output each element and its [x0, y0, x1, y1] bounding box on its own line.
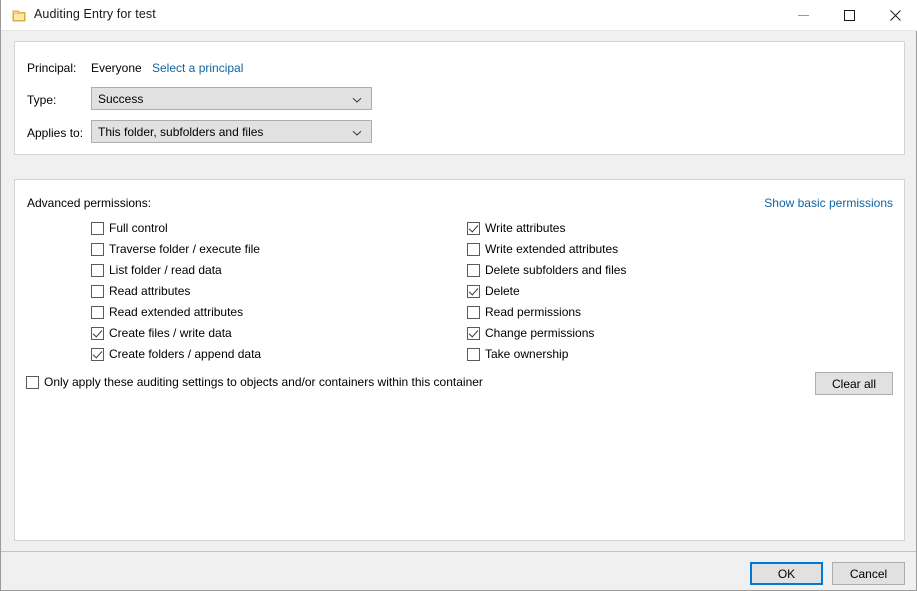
permission-label: Delete subfolders and files	[485, 264, 626, 277]
permission-row[interactable]: Traverse folder / execute file	[91, 239, 471, 260]
permission-row[interactable]: Read permissions	[467, 302, 867, 323]
permission-checkbox[interactable]	[467, 285, 480, 298]
permissions-column-left: Full control Traverse folder / execute fi…	[91, 218, 471, 365]
permission-checkbox[interactable]	[91, 222, 104, 235]
permission-checkbox[interactable]	[467, 264, 480, 277]
permission-label: Traverse folder / execute file	[109, 243, 260, 256]
maximize-button[interactable]	[826, 0, 872, 31]
type-dropdown-value: Success	[92, 92, 143, 106]
permission-row[interactable]: Create folders / append data	[91, 344, 471, 365]
permission-row[interactable]: Delete	[467, 281, 867, 302]
permission-row[interactable]: Read extended attributes	[91, 302, 471, 323]
permission-checkbox[interactable]	[91, 285, 104, 298]
permission-row[interactable]: Write attributes	[467, 218, 867, 239]
permission-row[interactable]: Full control	[91, 218, 471, 239]
permission-row[interactable]: Write extended attributes	[467, 239, 867, 260]
permission-label: Read extended attributes	[109, 306, 243, 319]
permission-checkbox[interactable]	[467, 348, 480, 361]
permission-row[interactable]: Delete subfolders and files	[467, 260, 867, 281]
only-apply-label: Only apply these auditing settings to ob…	[44, 376, 483, 389]
permission-checkbox[interactable]	[467, 222, 480, 235]
minimize-button[interactable]	[780, 0, 826, 31]
permission-checkbox[interactable]	[91, 327, 104, 340]
permission-row[interactable]: List folder / read data	[91, 260, 471, 281]
type-dropdown[interactable]: Success	[91, 87, 372, 110]
cancel-button[interactable]: Cancel	[832, 562, 905, 585]
permission-label: Take ownership	[485, 348, 568, 361]
clear-all-button[interactable]: Clear all	[815, 372, 893, 395]
close-button[interactable]	[872, 0, 917, 31]
permission-label: Write extended attributes	[485, 243, 618, 256]
close-icon	[890, 10, 901, 21]
permission-checkbox[interactable]	[91, 243, 104, 256]
permission-checkbox[interactable]	[467, 243, 480, 256]
permission-row[interactable]: Read attributes	[91, 281, 471, 302]
select-a-principal-link[interactable]: Select a principal	[152, 61, 243, 75]
permission-label: List folder / read data	[109, 264, 222, 277]
applies-to-dropdown-value: This folder, subfolders and files	[92, 125, 263, 139]
permission-label: Change permissions	[485, 327, 594, 340]
only-apply-checkbox[interactable]	[26, 376, 39, 389]
permission-label: Create folders / append data	[109, 348, 261, 361]
permission-checkbox[interactable]	[91, 348, 104, 361]
permission-row[interactable]: Create files / write data	[91, 323, 471, 344]
permission-label: Create files / write data	[109, 327, 232, 340]
permission-label: Read permissions	[485, 306, 581, 319]
principal-label: Principal:	[27, 61, 76, 75]
advanced-permissions-panel: Advanced permissions: Show basic permiss…	[14, 179, 905, 541]
only-apply-checkbox-row[interactable]: Only apply these auditing settings to ob…	[26, 376, 483, 389]
auditing-entry-dialog: Auditing Entry for test Principal: Every…	[0, 0, 917, 591]
advanced-permissions-heading: Advanced permissions:	[27, 196, 151, 210]
permission-label: Read attributes	[109, 285, 190, 298]
permission-row[interactable]: Change permissions	[467, 323, 867, 344]
chevron-down-icon	[352, 94, 362, 104]
type-label: Type:	[27, 93, 56, 107]
show-basic-permissions-link[interactable]: Show basic permissions	[764, 196, 893, 210]
permission-checkbox[interactable]	[467, 306, 480, 319]
permission-label: Delete	[485, 285, 520, 298]
applies-to-label: Applies to:	[27, 126, 83, 140]
title-bar: Auditing Entry for test	[1, 0, 917, 31]
permission-label: Full control	[109, 222, 168, 235]
maximize-icon	[844, 10, 855, 21]
permissions-column-right: Write attributes Write extended attribute…	[467, 218, 867, 365]
permission-checkbox[interactable]	[91, 306, 104, 319]
permission-label: Write attributes	[485, 222, 565, 235]
minimize-icon	[798, 10, 809, 21]
principal-panel: Principal: Everyone Select a principal T…	[14, 41, 905, 155]
principal-value: Everyone	[91, 61, 142, 75]
permission-row[interactable]: Take ownership	[467, 344, 867, 365]
dialog-footer: OK Cancel	[1, 552, 916, 589]
applies-to-dropdown[interactable]: This folder, subfolders and files	[91, 120, 372, 143]
chevron-down-icon	[352, 127, 362, 137]
folder-icon	[11, 8, 27, 24]
permission-checkbox[interactable]	[467, 327, 480, 340]
permission-checkbox[interactable]	[91, 264, 104, 277]
window-title: Auditing Entry for test	[34, 7, 156, 21]
ok-button[interactable]: OK	[750, 562, 823, 585]
